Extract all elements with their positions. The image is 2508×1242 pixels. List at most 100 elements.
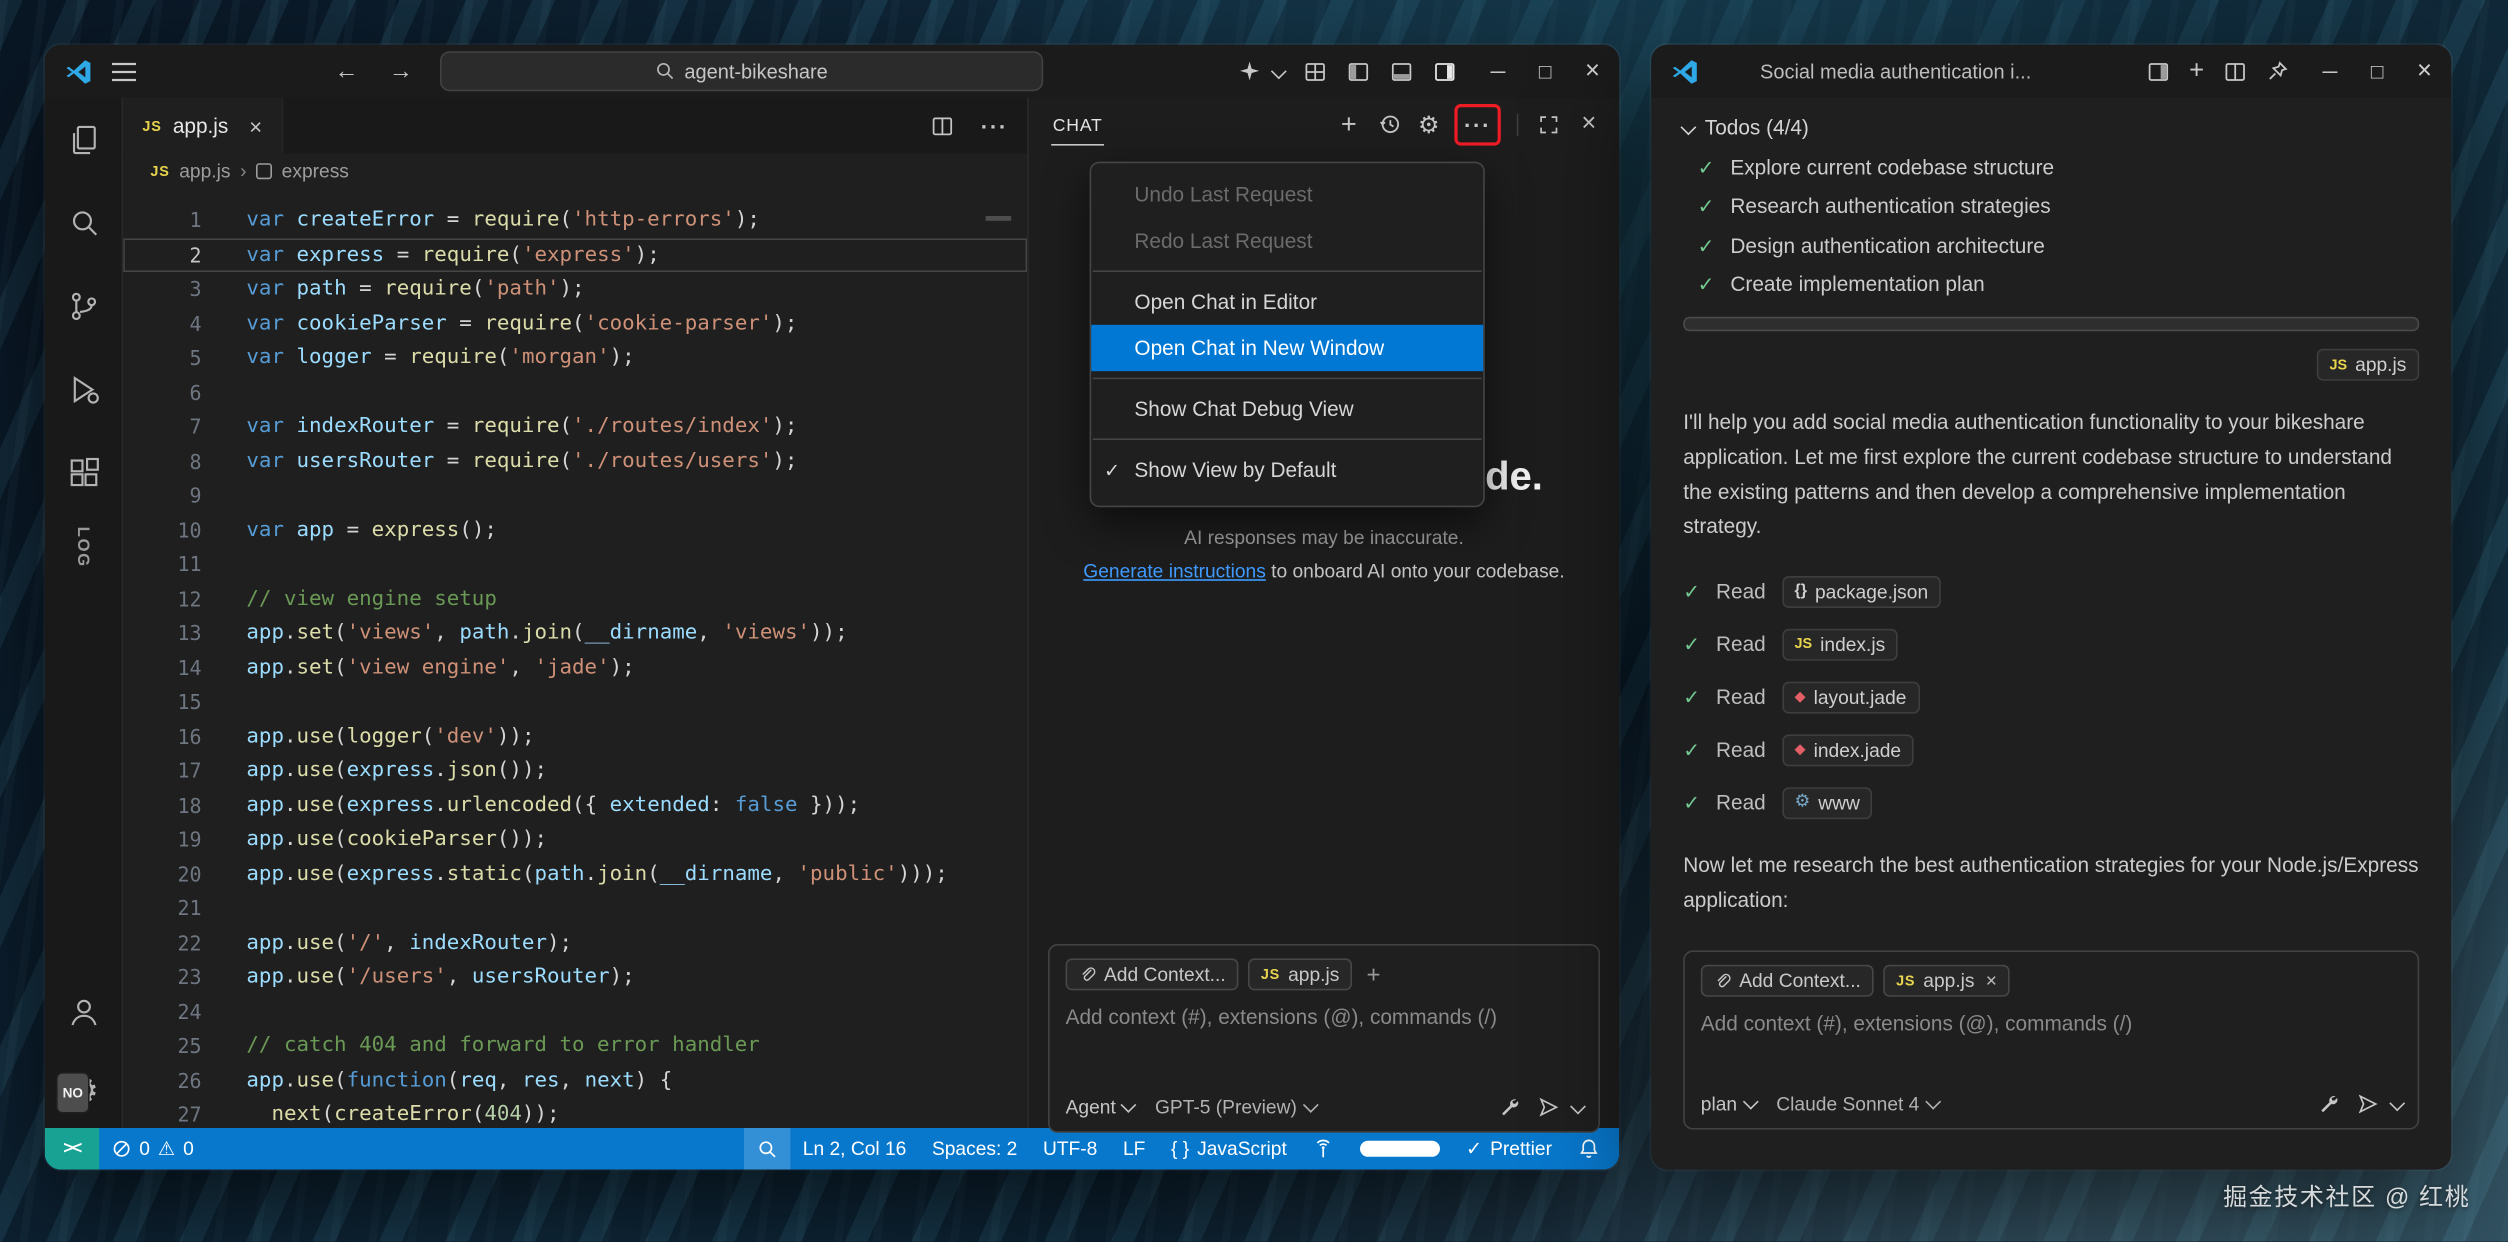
- chat-panel-title[interactable]: CHAT: [1051, 103, 1104, 145]
- forward-icon[interactable]: →: [385, 58, 417, 85]
- breadcrumb[interactable]: JS app.js › express: [123, 154, 1027, 189]
- indentation-status[interactable]: Spaces: 2: [919, 1128, 1030, 1170]
- eol-status[interactable]: LF: [1110, 1128, 1158, 1170]
- chat-input-box[interactable]: Add Context... JS app.js + Add context (…: [1048, 944, 1600, 1133]
- extensions-icon[interactable]: [65, 454, 102, 491]
- code-line[interactable]: 20app.use(express.static(path.join(__dir…: [123, 857, 1027, 891]
- todo-item[interactable]: ✓Design authentication architecture: [1683, 233, 2419, 257]
- code-line[interactable]: 23app.use('/users', usersRouter);: [123, 960, 1027, 994]
- context-file-chip[interactable]: JS app.js: [1248, 958, 1352, 990]
- close-panel-icon[interactable]: ×: [1571, 106, 1606, 141]
- model-picker[interactable]: Claude Sonnet 4: [1776, 1092, 1937, 1114]
- ports-icon[interactable]: [1300, 1128, 1348, 1170]
- code-editor[interactable]: 1var createError = require('http-errors'…: [123, 189, 1027, 1128]
- send-icon[interactable]: [1537, 1095, 1559, 1117]
- menu-item-open-chat-in-new-window[interactable]: Open Chat in New Window: [1091, 325, 1483, 371]
- notifications-bell-icon[interactable]: [1565, 1128, 1619, 1170]
- code-line[interactable]: 12// view engine setup: [123, 582, 1027, 616]
- file-chip[interactable]: ◆layout.jade: [1782, 681, 1920, 713]
- horizontal-scrollbar[interactable]: [1683, 317, 2419, 331]
- close-button[interactable]: ×: [1585, 57, 1600, 86]
- chat-input-placeholder[interactable]: Add context (#), extensions (@), command…: [1701, 1011, 2402, 1035]
- source-control-icon[interactable]: [65, 288, 102, 325]
- code-line[interactable]: 9: [123, 478, 1027, 512]
- pin-icon[interactable]: [2265, 59, 2289, 83]
- minimize-button[interactable]: ─: [2323, 59, 2338, 83]
- chat-settings-gear-icon[interactable]: ⚙: [1411, 106, 1446, 141]
- add-context-button[interactable]: Add Context...: [1066, 958, 1239, 990]
- maximize-button[interactable]: □: [2371, 59, 2384, 83]
- toggle-layout-icon[interactable]: [2146, 58, 2172, 84]
- back-icon[interactable]: ←: [330, 58, 362, 85]
- remote-indicator[interactable]: ><: [45, 1128, 99, 1170]
- code-line[interactable]: 27 next(createError(404));: [123, 1098, 1027, 1128]
- code-line[interactable]: 21: [123, 891, 1027, 925]
- code-line[interactable]: 14app.set('view engine', 'jade');: [123, 650, 1027, 684]
- menu-item-show-view-by-default[interactable]: ✓Show View by Default: [1091, 446, 1483, 492]
- code-line[interactable]: 19app.use(cookieParser());: [123, 822, 1027, 856]
- chat-history-icon[interactable]: [1371, 106, 1406, 141]
- code-line[interactable]: 16app.use(logger('dev'));: [123, 719, 1027, 753]
- settings-gear-icon[interactable]: ⚙ NO: [67, 1074, 99, 1109]
- editor-more-actions-icon[interactable]: ···: [981, 113, 1008, 139]
- todo-item[interactable]: ✓Explore current codebase structure: [1683, 154, 2419, 178]
- language-status[interactable]: { } JavaScript: [1158, 1128, 1299, 1170]
- code-line[interactable]: 15: [123, 685, 1027, 719]
- maximize-panel-icon[interactable]: [1531, 106, 1566, 141]
- tab-app-js[interactable]: JS app.js ×: [123, 98, 283, 154]
- chat-input-box[interactable]: Add Context... JS app.js × Add context (…: [1683, 950, 2419, 1129]
- code-line[interactable]: 11: [123, 547, 1027, 581]
- tools-icon[interactable]: [1497, 1094, 1521, 1118]
- context-file-chip[interactable]: JS app.js ×: [1883, 965, 2010, 997]
- file-chip[interactable]: ⚙www: [1782, 787, 1873, 819]
- add-file-icon[interactable]: +: [1367, 961, 1381, 988]
- new-chat-icon[interactable]: +: [2189, 57, 2204, 86]
- code-line[interactable]: 22app.use('/', indexRouter);: [123, 926, 1027, 960]
- todo-item[interactable]: ✓Create implementation plan: [1683, 272, 2419, 296]
- run-debug-icon[interactable]: [65, 371, 102, 408]
- file-chip[interactable]: {}package.json: [1782, 576, 1941, 608]
- code-line[interactable]: 26app.use(function(req, res, next) {: [123, 1063, 1027, 1097]
- chat-more-actions-icon[interactable]: ···: [1464, 111, 1491, 137]
- code-line[interactable]: 25// catch 404 and forward to error hand…: [123, 1029, 1027, 1063]
- menu-item-show-chat-debug-view[interactable]: Show Chat Debug View: [1091, 386, 1483, 432]
- close-button[interactable]: ×: [2417, 57, 2432, 86]
- zoom-status-icon[interactable]: [744, 1128, 790, 1170]
- code-line[interactable]: 6: [123, 375, 1027, 409]
- todos-header[interactable]: Todos (4/4): [1683, 115, 2419, 139]
- toggle-sidebar-right-icon[interactable]: [1431, 58, 1457, 84]
- account-icon[interactable]: [65, 994, 102, 1031]
- customize-layout-icon[interactable]: [1302, 58, 1328, 84]
- remove-context-icon[interactable]: ×: [1986, 970, 1997, 992]
- code-line[interactable]: 17app.use(express.json());: [123, 754, 1027, 788]
- code-line[interactable]: 5var logger = require('morgan');: [123, 341, 1027, 375]
- code-line[interactable]: 13app.set('views', path.join(__dirname, …: [123, 616, 1027, 650]
- add-context-button[interactable]: Add Context...: [1701, 965, 1874, 997]
- search-box[interactable]: agent-bikeshare: [439, 51, 1042, 91]
- code-line[interactable]: 18app.use(express.urlencoded({ extended:…: [123, 788, 1027, 822]
- encoding-status[interactable]: UTF-8: [1030, 1128, 1110, 1170]
- split-editor-icon[interactable]: [2222, 58, 2248, 84]
- referenced-file-chip[interactable]: JS app.js: [2317, 349, 2419, 381]
- breadcrumb-symbol[interactable]: express: [282, 160, 349, 182]
- model-picker[interactable]: GPT-5 (Preview): [1155, 1095, 1315, 1117]
- new-chat-icon[interactable]: +: [1331, 106, 1366, 141]
- send-options-chevron-icon[interactable]: [2389, 1096, 2404, 1111]
- chat-sparkle-icon[interactable]: [1237, 58, 1263, 84]
- breadcrumb-file[interactable]: app.js: [179, 160, 230, 182]
- minimize-button[interactable]: ─: [1491, 59, 1506, 83]
- code-line[interactable]: 8var usersRouter = require('./routes/use…: [123, 444, 1027, 478]
- chevron-down-icon[interactable]: [1272, 64, 1287, 79]
- minimap[interactable]: [986, 216, 1012, 220]
- code-line[interactable]: 24: [123, 994, 1027, 1028]
- code-line[interactable]: 7var indexRouter = require('./routes/ind…: [123, 410, 1027, 444]
- tab-close-icon[interactable]: ×: [249, 113, 262, 139]
- menu-icon[interactable]: [112, 62, 136, 81]
- generate-instructions-link[interactable]: Generate instructions: [1083, 560, 1266, 582]
- mode-picker[interactable]: Agent: [1066, 1095, 1135, 1117]
- problems-status[interactable]: 0 ⚠ 0: [99, 1128, 206, 1170]
- code-line[interactable]: 1var createError = require('http-errors'…: [123, 203, 1027, 237]
- formatter-status[interactable]: ✓ Prettier: [1453, 1128, 1565, 1170]
- split-editor-icon[interactable]: [930, 113, 956, 139]
- file-chip[interactable]: JSindex.js: [1782, 628, 1898, 660]
